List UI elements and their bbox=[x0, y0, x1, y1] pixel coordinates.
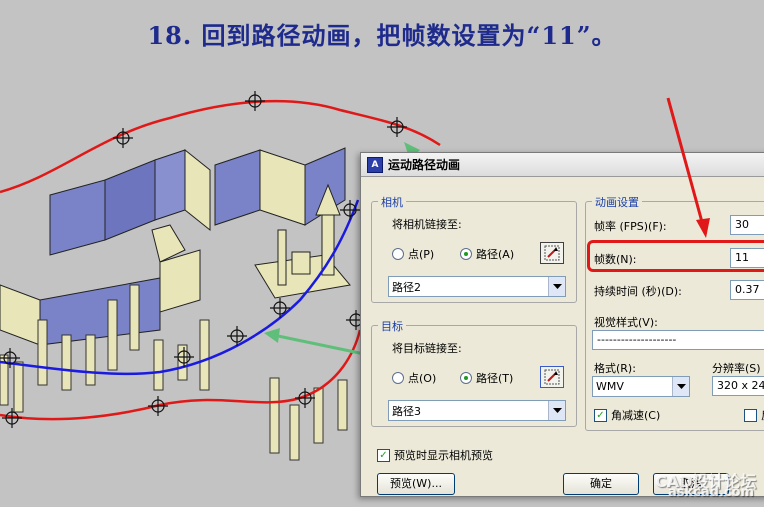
animation-settings-group: 动画设置 帧率 (FPS)(F): 30 帧数(N): 11 持续时间 (秒)(… bbox=[585, 194, 764, 431]
motion-path-animation-dialog: A 运动路径动画 相机 将相机链接至: 点(P) 路径(A) 路径2 目标 将目… bbox=[360, 152, 764, 497]
format-label: 格式(R): bbox=[594, 362, 636, 375]
pick-cursor-icon bbox=[544, 245, 560, 261]
checkmark-icon: ✓ bbox=[377, 448, 390, 462]
frames-highlight-box bbox=[587, 240, 764, 272]
pick-cursor-icon bbox=[544, 369, 560, 385]
chevron-down-icon bbox=[672, 377, 689, 396]
camera-point-radio[interactable]: 点(P) bbox=[392, 246, 434, 262]
slide: 18. 回到路径动画，把帧数设置为“11”。 A 运动路径动画 相机 将相机链接… bbox=[0, 0, 764, 507]
radio-circle-selected bbox=[460, 372, 472, 384]
target-path-combo[interactable]: 路径3 bbox=[388, 400, 566, 421]
preview-button[interactable]: 预览(W)... bbox=[377, 473, 455, 495]
dialog-titlebar[interactable]: A 运动路径动画 bbox=[361, 153, 764, 177]
format-value: WMV bbox=[596, 380, 624, 393]
camera-path-radio[interactable]: 路径(A) bbox=[460, 246, 514, 262]
target-group: 目标 将目标链接至: 点(O) 路径(T) 路径3 bbox=[371, 318, 577, 427]
animation-settings-legend: 动画设置 bbox=[592, 194, 642, 210]
camera-point-label: 点(P) bbox=[408, 248, 435, 261]
target-point-label: 点(O) bbox=[408, 372, 437, 385]
reverse-checkbox[interactable]: 反 bbox=[744, 407, 764, 423]
fps-input[interactable]: 30 bbox=[730, 215, 764, 235]
target-point-radio[interactable]: 点(O) bbox=[392, 370, 436, 386]
duration-input[interactable]: 0.37 bbox=[730, 280, 764, 300]
radio-circle bbox=[392, 248, 404, 260]
fps-label: 帧率 (FPS)(F): bbox=[594, 220, 667, 233]
radio-circle-selected bbox=[460, 248, 472, 260]
target-path-label: 路径(T) bbox=[476, 372, 514, 385]
preview-camera-checkbox[interactable]: ✓ 预览时显示相机预览 bbox=[377, 447, 493, 463]
camera-group-legend: 相机 bbox=[378, 194, 406, 210]
radio-circle bbox=[392, 372, 404, 384]
wall-blocks bbox=[0, 147, 346, 346]
camera-path-combo[interactable]: 路径2 bbox=[388, 276, 566, 297]
resolution-label: 分辨率(S) bbox=[712, 362, 761, 375]
duration-label: 持续时间 (秒)(D): bbox=[594, 285, 682, 298]
format-combo[interactable]: WMV bbox=[592, 376, 690, 397]
preview-camera-label: 预览时显示相机预览 bbox=[394, 449, 493, 462]
camera-group: 相机 将相机链接至: 点(P) 路径(A) 路径2 bbox=[371, 194, 577, 303]
autocad-app-icon: A bbox=[367, 156, 383, 173]
camera-link-label: 将相机链接至: bbox=[392, 218, 462, 231]
corner-decel-checkbox[interactable]: ✓ 角减速(C) bbox=[594, 407, 660, 423]
ok-button[interactable]: 确定 bbox=[563, 473, 639, 495]
visual-style-combo[interactable]: -------------------- bbox=[592, 330, 764, 350]
watermark-line2: askcad.com bbox=[668, 485, 755, 500]
corner-decel-label: 角减速(C) bbox=[611, 409, 661, 422]
target-group-legend: 目标 bbox=[378, 318, 406, 334]
target-path-value: 路径3 bbox=[392, 404, 421, 418]
target-path-radio[interactable]: 路径(T) bbox=[460, 370, 513, 386]
chevron-down-icon bbox=[548, 401, 565, 420]
camera-select-path-button[interactable] bbox=[540, 242, 564, 264]
dialog-title: 运动路径动画 bbox=[388, 158, 461, 172]
target-link-label: 将目标链接至: bbox=[392, 342, 462, 355]
chevron-down-icon bbox=[548, 277, 565, 296]
visual-style-label: 视觉样式(V): bbox=[594, 316, 658, 329]
target-select-path-button[interactable] bbox=[540, 366, 564, 388]
resolution-combo[interactable]: 320 x 240 bbox=[712, 376, 764, 396]
camera-path-label: 路径(A) bbox=[476, 248, 515, 261]
camera-path-value: 路径2 bbox=[392, 280, 421, 294]
checkmark-icon: ✓ bbox=[594, 408, 607, 422]
checkbox-empty bbox=[744, 408, 757, 422]
